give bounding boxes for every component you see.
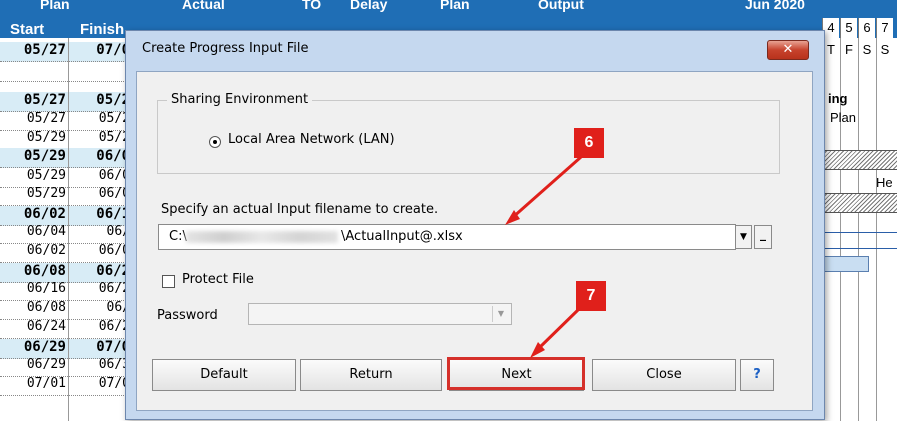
annotation-arrows [505,155,582,358]
step-badge-6: 6 [574,128,604,158]
arrow-7 [535,306,582,352]
arrow-6 [511,155,582,220]
step-badge-7: 7 [576,281,606,311]
